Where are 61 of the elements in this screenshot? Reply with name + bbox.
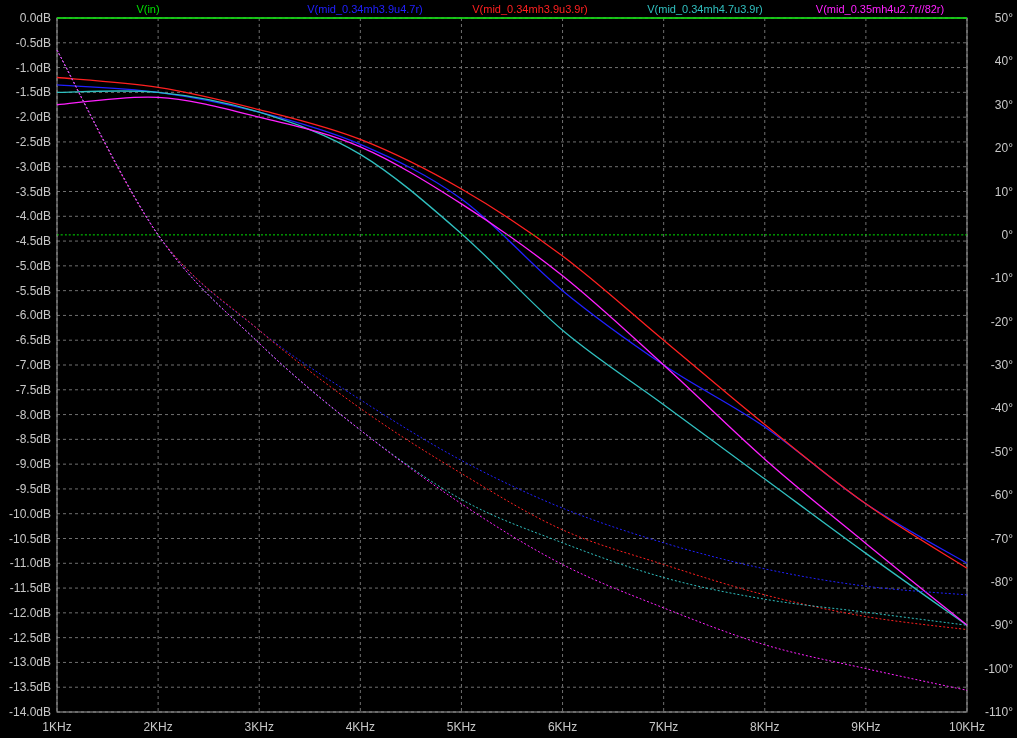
- axis-label: 1KHz: [42, 720, 72, 734]
- axis-label: 6KHz: [547, 720, 578, 734]
- axis-label: -9.5dB: [15, 481, 51, 496]
- axis-label: -5.0dB: [15, 258, 51, 273]
- axis-label: -20°: [990, 314, 1013, 329]
- axis-label: -80°: [990, 574, 1013, 589]
- axis-label: 20°: [994, 141, 1013, 156]
- legend-label: V(in): [136, 3, 160, 15]
- axis-label: -12.5dB: [8, 630, 51, 645]
- axis-label: -13.0dB: [8, 655, 51, 670]
- axis-label: -90°: [990, 618, 1013, 633]
- axis-label: -10°: [990, 271, 1013, 286]
- axis-label: 3KHz: [244, 720, 274, 734]
- axis-label: -2.0dB: [15, 110, 51, 125]
- axis-label: -70°: [990, 531, 1013, 546]
- axis-label: -8.5dB: [15, 432, 51, 447]
- legend-label: V(mid_0.34mh4.7u3.9r): [647, 3, 763, 15]
- axis-label: 10°: [994, 184, 1013, 199]
- axis-label: 4KHz: [345, 720, 375, 734]
- axis-label: 50°: [994, 11, 1013, 25]
- axis-label: -50°: [990, 444, 1013, 459]
- axis-label: -4.5dB: [15, 234, 51, 249]
- legend-label: V(mid_0.34mh3.9u3.9r): [472, 3, 588, 15]
- axis-label: -6.0dB: [15, 308, 51, 323]
- axis-label: 7KHz: [649, 720, 679, 734]
- axis-label: -40°: [990, 401, 1013, 416]
- legend-label: V(mid_0.34mh3.9u4.7r): [307, 3, 423, 15]
- axis-label: 2KHz: [143, 720, 173, 734]
- axis-label: 30°: [994, 97, 1013, 112]
- axis-label: -13.5dB: [8, 680, 51, 695]
- axis-label: 40°: [994, 54, 1013, 69]
- axis-label: -9.0dB: [15, 457, 51, 472]
- axis-label: -7.0dB: [15, 358, 51, 372]
- axis-label: -2.5dB: [15, 134, 51, 149]
- axis-label: -110°: [985, 705, 1013, 719]
- legend-label: V(mid_0.35mh4u2.7r//82r): [815, 3, 945, 15]
- axis-label: -14.0dB: [8, 705, 51, 719]
- axis-label: -10.0dB: [8, 506, 51, 521]
- axis-label: -12.0dB: [8, 605, 51, 620]
- axis-label: -100°: [984, 661, 1013, 676]
- axis-label: -7.5dB: [15, 382, 51, 397]
- axis-label: -3.0dB: [15, 159, 51, 174]
- axis-label: -6.5dB: [15, 333, 51, 348]
- axis-label: -0.5dB: [15, 35, 51, 50]
- axis-label: -3.5dB: [15, 184, 51, 199]
- axis-label: 0°: [1001, 227, 1013, 242]
- axis-label: -11.0dB: [9, 556, 51, 571]
- axis-label: -30°: [990, 358, 1013, 372]
- axis-label: -10.5dB: [8, 531, 51, 546]
- axis-label: -11.5dB: [9, 581, 51, 596]
- axis-label: -8.0dB: [15, 407, 51, 422]
- axis-label: -60°: [990, 488, 1013, 503]
- axis-label: 0.0dB: [19, 11, 51, 25]
- axis-label: 8KHz: [750, 720, 780, 734]
- axis-label: 9KHz: [851, 720, 881, 734]
- axis-label: -1.0dB: [15, 60, 51, 75]
- axis-label: -4.0dB: [15, 209, 51, 224]
- axis-label: 5KHz: [446, 720, 477, 734]
- axis-label: -1.5dB: [15, 85, 51, 100]
- axis-label: -5.5dB: [15, 283, 51, 298]
- axis-label: 10KHz: [949, 720, 985, 734]
